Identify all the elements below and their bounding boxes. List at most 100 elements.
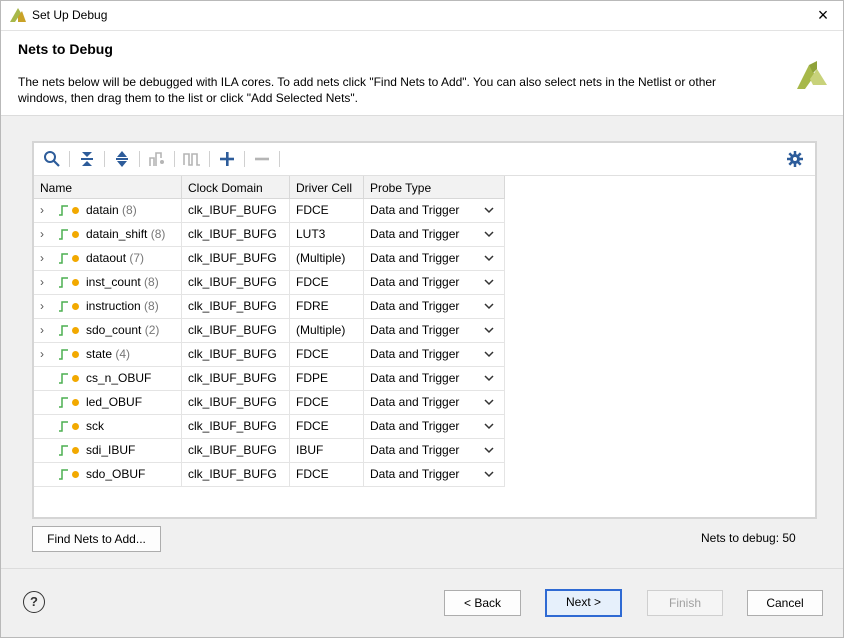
driver-cell-cell: (Multiple): [290, 247, 364, 270]
set-up-debug-dialog: Set Up Debug × Nets to Debug The nets be…: [0, 0, 844, 638]
chevron-down-icon[interactable]: [484, 223, 494, 246]
probe-type-dropdown[interactable]: Data and Trigger: [364, 415, 505, 438]
chevron-down-icon[interactable]: [484, 367, 494, 390]
driver-cell-cell: FDRE: [290, 295, 364, 318]
chevron-down-icon[interactable]: [484, 295, 494, 318]
probe-type-dropdown[interactable]: Data and Trigger: [364, 319, 505, 342]
driver-cell-cell: LUT3: [290, 223, 364, 246]
probe-type-dropdown[interactable]: Data and Trigger: [364, 343, 505, 366]
net-bit-count: (8): [122, 203, 137, 217]
table-row[interactable]: › dataout (7) clk_IBUF_BUFG (Multiple) Data …: [34, 247, 505, 271]
net-dot-icon: [72, 255, 79, 262]
net-dot-icon: [72, 351, 79, 358]
chevron-down-icon[interactable]: [484, 271, 494, 294]
net-name: state: [86, 347, 113, 361]
chevron-down-icon[interactable]: [484, 415, 494, 438]
net-bit-count: (8): [144, 275, 159, 289]
chevron-down-icon[interactable]: [484, 247, 494, 270]
driver-cell-cell: IBUF: [290, 439, 364, 462]
net-name: sdi_IBUF: [86, 443, 136, 457]
driver-cell-cell: FDCE: [290, 271, 364, 294]
clock-domain-cell: clk_IBUF_BUFG: [182, 415, 290, 438]
table-row[interactable]: cs_n_OBUF clk_IBUF_BUFG FDPE Data and Trigg…: [34, 367, 505, 391]
net-name: inst_count: [86, 275, 141, 289]
chevron-down-icon[interactable]: [484, 343, 494, 366]
expand-chevron-icon[interactable]: ›: [40, 247, 50, 270]
nets-to-debug-count: Nets to debug: 50: [701, 531, 796, 545]
next-button[interactable]: Next >: [545, 589, 622, 617]
name-cell: sdi_IBUF: [34, 439, 182, 462]
name-cell: › state (4): [34, 343, 182, 366]
signal-icon: [59, 349, 68, 360]
find-nets-to-add-button[interactable]: Find Nets to Add...: [32, 526, 161, 552]
search-icon[interactable]: [42, 149, 62, 169]
table-row[interactable]: sdi_IBUF clk_IBUF_BUFG IBUF Data and Trigge…: [34, 439, 505, 463]
signal-icon: [59, 229, 68, 240]
remove-icon: [252, 149, 272, 169]
name-cell: › sdo_count (2): [34, 319, 182, 342]
expand-chevron-icon[interactable]: ›: [40, 199, 50, 222]
chevron-down-icon[interactable]: [484, 319, 494, 342]
cancel-button[interactable]: Cancel: [747, 590, 823, 616]
collapse-all-icon[interactable]: [77, 149, 97, 169]
signal-icon: [59, 277, 68, 288]
vivado-icon: [10, 8, 26, 22]
table-row[interactable]: › instruction (8) clk_IBUF_BUFG FDRE Data an…: [34, 295, 505, 319]
signal-icon: [59, 205, 68, 216]
net-bit-count: (4): [115, 347, 131, 361]
nets-panel: Name Clock Domain Driver Cell Probe Type…: [32, 141, 817, 519]
expand-all-icon[interactable]: [112, 149, 132, 169]
page-title: Nets to Debug: [18, 41, 113, 57]
signal-icon: [59, 469, 68, 480]
table-row[interactable]: › sdo_count (2) clk_IBUF_BUFG (Multiple) Dat…: [34, 319, 505, 343]
clock-domain-cell: clk_IBUF_BUFG: [182, 319, 290, 342]
chevron-down-icon[interactable]: [484, 391, 494, 414]
settings-icon[interactable]: [785, 149, 805, 169]
column-header-probe-type[interactable]: Probe Type: [364, 176, 505, 198]
probe-type-dropdown[interactable]: Data and Trigger: [364, 439, 505, 462]
back-button[interactable]: < Back: [444, 590, 521, 616]
chevron-down-icon[interactable]: [484, 439, 494, 462]
table-row[interactable]: sdo_OBUF clk_IBUF_BUFG FDCE Data and Trigge…: [34, 463, 505, 487]
net-bit-count: (7): [129, 251, 145, 265]
expand-chevron-icon[interactable]: ›: [40, 271, 50, 294]
table-row[interactable]: led_OBUF clk_IBUF_BUFG FDCE Data and Trigge…: [34, 391, 505, 415]
probe-type-dropdown[interactable]: Data and Trigger: [364, 271, 505, 294]
signal-icon: [59, 301, 68, 312]
table-row[interactable]: › datain (8) clk_IBUF_BUFG FDCE Data and Tri…: [34, 199, 505, 223]
help-button[interactable]: ?: [23, 591, 45, 613]
net-dot-icon: [72, 399, 79, 406]
expand-chevron-icon[interactable]: ›: [40, 223, 50, 246]
net-dot-icon: [72, 279, 79, 286]
chevron-down-icon[interactable]: [484, 199, 494, 222]
column-header-driver-cell[interactable]: Driver Cell: [290, 176, 364, 198]
column-header-clock-domain[interactable]: Clock Domain: [182, 176, 290, 198]
nets-toolbar: [34, 143, 815, 176]
probe-type-icon: [147, 149, 167, 169]
clock-domain-cell: clk_IBUF_BUFG: [182, 271, 290, 294]
table-row[interactable]: › state (4) clk_IBUF_BUFG FDCE Data and Trig…: [34, 343, 505, 367]
probe-type-dropdown[interactable]: Data and Trigger: [364, 223, 505, 246]
net-dot-icon: [72, 375, 79, 382]
add-icon[interactable]: [217, 149, 237, 169]
column-header-name[interactable]: Name: [34, 176, 182, 198]
close-button[interactable]: ×: [809, 3, 837, 27]
probe-type-dropdown[interactable]: Data and Trigger: [364, 199, 505, 222]
chevron-down-icon[interactable]: [484, 463, 494, 486]
clock-domain-cell: clk_IBUF_BUFG: [182, 343, 290, 366]
expand-chevron-icon[interactable]: ›: [40, 343, 50, 366]
expand-chevron-icon[interactable]: ›: [40, 295, 50, 318]
table-row[interactable]: › datain_shift (8) clk_IBUF_BUFG LUT3 Data a…: [34, 223, 505, 247]
probe-type-dropdown[interactable]: Data and Trigger: [364, 463, 505, 486]
probe-type-dropdown[interactable]: Data and Trigger: [364, 247, 505, 270]
window-title: Set Up Debug: [32, 8, 108, 22]
probe-type-dropdown[interactable]: Data and Trigger: [364, 295, 505, 318]
net-dot-icon: [72, 447, 79, 454]
expand-chevron-icon[interactable]: ›: [40, 319, 50, 342]
clock-domain-cell: clk_IBUF_BUFG: [182, 367, 290, 390]
probe-type-dropdown[interactable]: Data and Trigger: [364, 391, 505, 414]
probe-type-dropdown[interactable]: Data and Trigger: [364, 367, 505, 390]
net-dot-icon: [72, 231, 79, 238]
table-row[interactable]: › inst_count (8) clk_IBUF_BUFG FDCE Data and…: [34, 271, 505, 295]
table-row[interactable]: sck clk_IBUF_BUFG FDCE Data and Trigger: [34, 415, 505, 439]
